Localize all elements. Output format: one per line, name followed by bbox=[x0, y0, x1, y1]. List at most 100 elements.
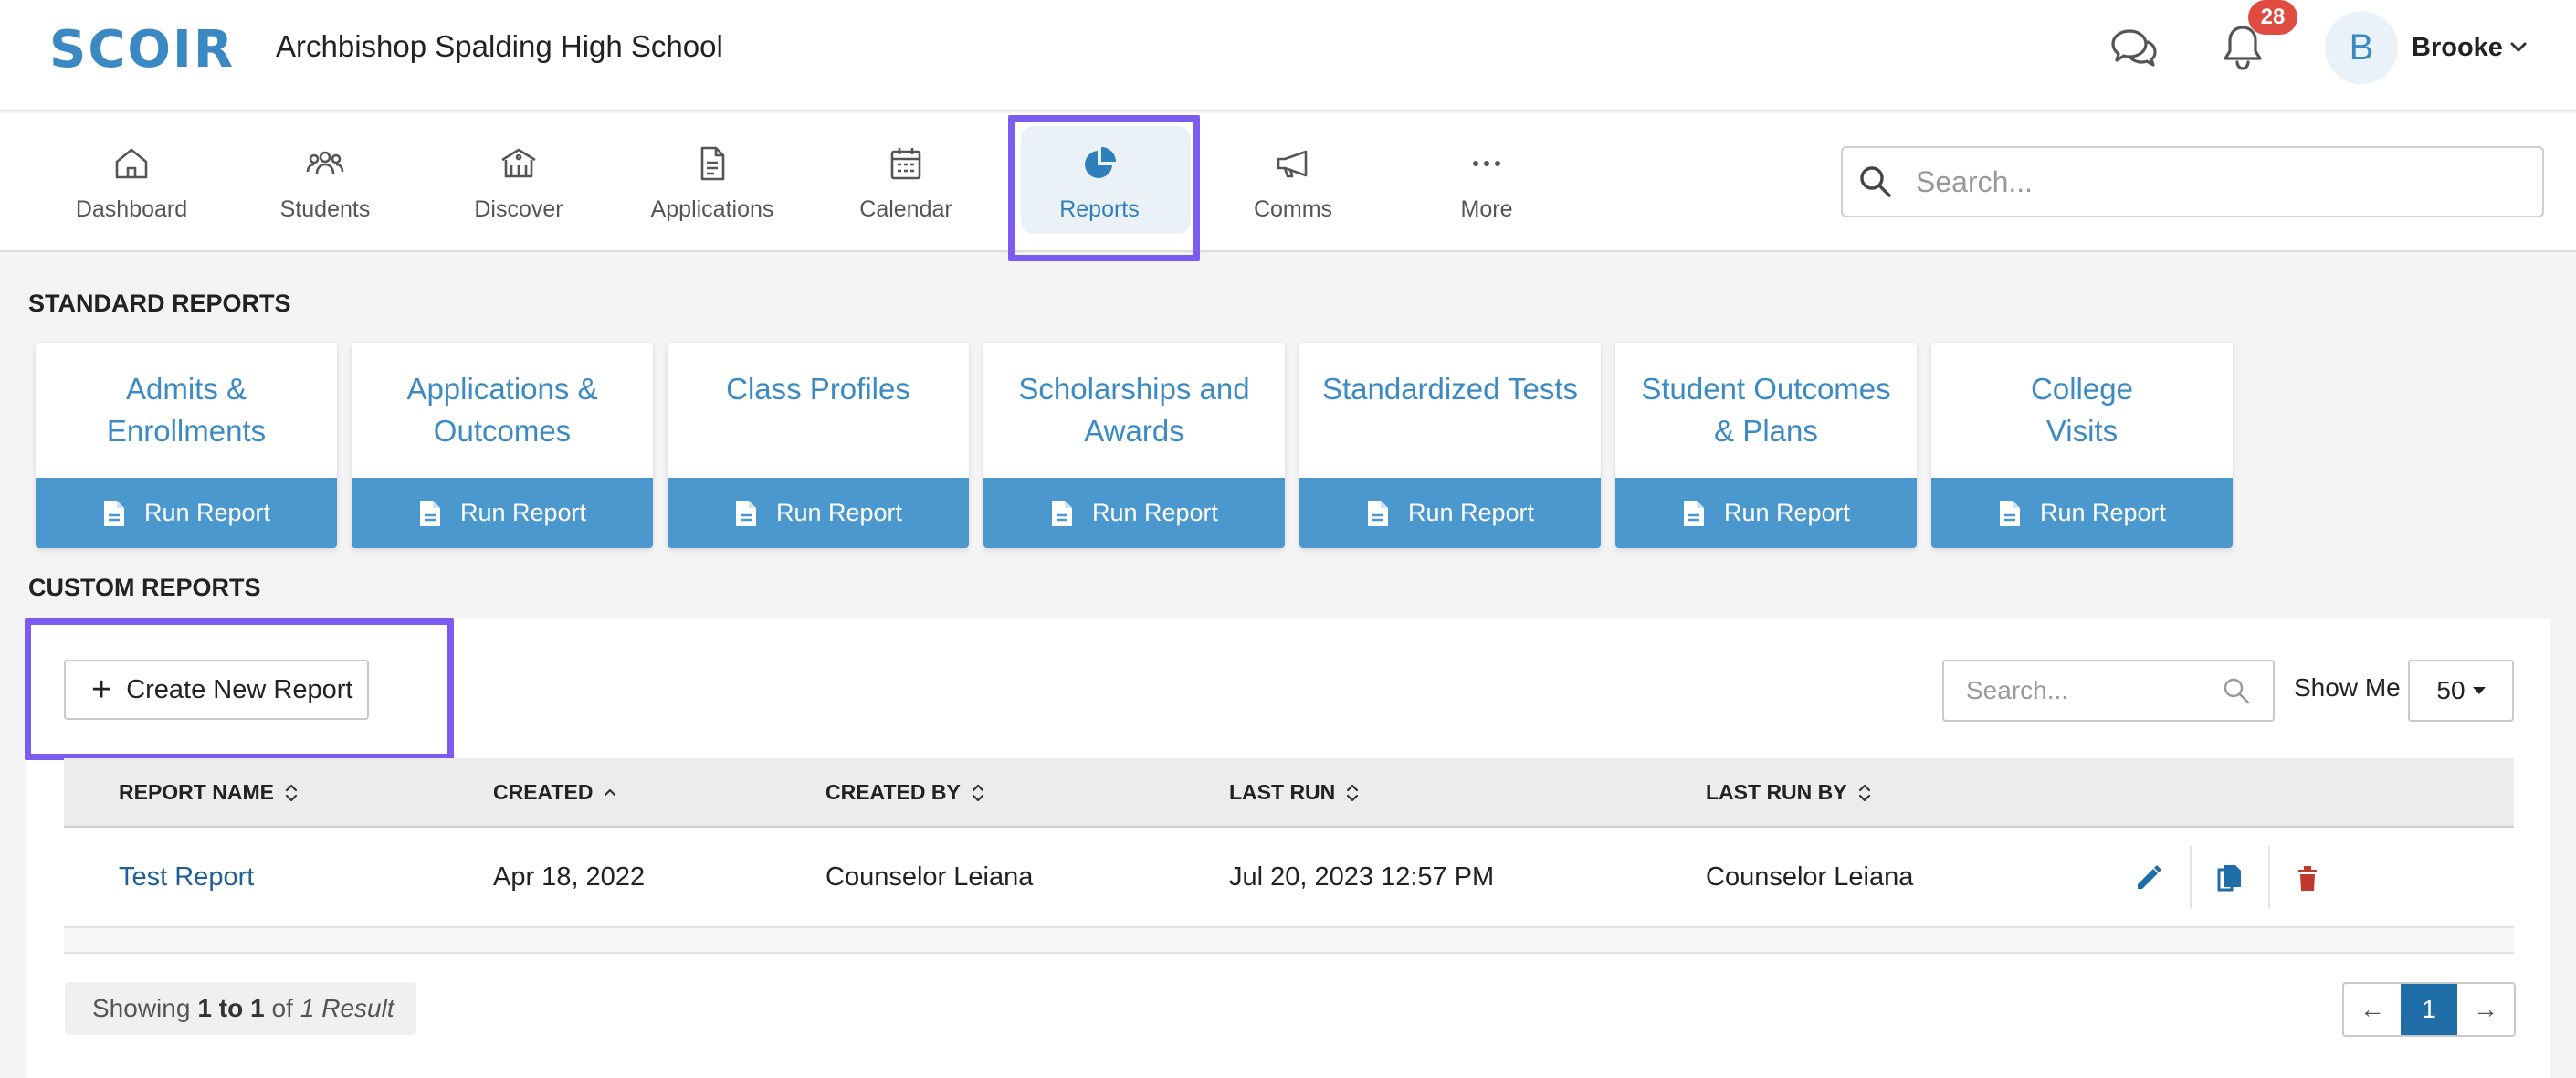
nav-label: Comms bbox=[1253, 196, 1333, 222]
nav-label: Calendar bbox=[859, 196, 952, 222]
run-report-button[interactable]: Run Report bbox=[1615, 478, 1917, 548]
file-icon bbox=[1367, 500, 1388, 526]
chat-icon[interactable] bbox=[2108, 26, 2159, 71]
pie-chart-icon bbox=[1085, 146, 1116, 178]
last-run: Jul 20, 2023 12:57 PM bbox=[1229, 862, 1495, 892]
discover-icon bbox=[501, 148, 536, 177]
run-report-button[interactable]: Run Report bbox=[36, 478, 337, 548]
pagination: ← 1 → bbox=[2342, 982, 2516, 1037]
card-title[interactable]: Student Outcomes & Plans bbox=[1615, 368, 1917, 452]
created-date: Apr 18, 2022 bbox=[493, 862, 646, 892]
search-icon bbox=[2224, 678, 2250, 704]
home-icon bbox=[115, 148, 148, 178]
caret-down-icon bbox=[2472, 687, 2486, 694]
file-icon bbox=[1999, 500, 2020, 526]
result-count: Showing 1 to 1 of 1 Result bbox=[65, 982, 416, 1035]
nav-label: Discover bbox=[474, 196, 563, 222]
card-title[interactable]: Scholarships and Awards bbox=[983, 368, 1285, 452]
page-size-select[interactable]: 50 bbox=[2408, 660, 2514, 722]
column-last-run[interactable]: LAST RUN bbox=[1229, 780, 1361, 805]
nav-reports[interactable]: Reports bbox=[1008, 113, 1191, 252]
table-footer bbox=[64, 928, 2514, 954]
megaphone-icon bbox=[1277, 150, 1308, 177]
sort-icon bbox=[1347, 784, 1359, 801]
standard-reports-title: STANDARD REPORTS bbox=[28, 290, 291, 317]
report-card-student-outcomes: Student Outcomes & Plans Run Report bbox=[1615, 343, 1917, 548]
last-run-by: Counselor Leiana bbox=[1706, 862, 1914, 892]
column-last-run-by[interactable]: LAST RUN BY bbox=[1706, 780, 1873, 805]
report-card-scholarships: Scholarships and Awards Run Report bbox=[983, 343, 1285, 548]
prev-page-button[interactable]: ← bbox=[2344, 984, 2401, 1035]
nav-label: Applications bbox=[650, 196, 774, 222]
run-report-button[interactable]: Run Report bbox=[983, 478, 1285, 548]
nav-label: More bbox=[1460, 196, 1513, 222]
calendar-icon bbox=[890, 147, 921, 179]
scoir-logo[interactable]: SCOIR bbox=[49, 20, 235, 79]
card-title[interactable]: Standardized Tests bbox=[1299, 368, 1601, 410]
action-divider bbox=[2268, 846, 2270, 908]
nav-dashboard[interactable]: Dashboard bbox=[40, 113, 223, 252]
more-icon bbox=[1473, 160, 1500, 166]
table-header: REPORT NAME CREATED CREATED BY LAST RUN … bbox=[64, 758, 2514, 828]
sort-ascending-icon bbox=[605, 788, 616, 796]
run-report-button[interactable]: Run Report bbox=[1931, 478, 2233, 548]
report-search-input[interactable] bbox=[1966, 676, 2222, 705]
report-name-link[interactable]: Test Report bbox=[119, 862, 254, 893]
edit-button[interactable] bbox=[2126, 855, 2171, 901]
school-name: Archbishop Spalding High School bbox=[276, 29, 723, 63]
card-title[interactable]: College Visits bbox=[1931, 368, 2233, 452]
page-button-current[interactable]: 1 bbox=[2401, 984, 2457, 1035]
notification-badge: 28 bbox=[2248, 0, 2297, 35]
nav-applications[interactable]: Applications bbox=[621, 113, 804, 252]
top-bar: SCOIR Archbishop Spalding High School 28… bbox=[0, 0, 2576, 111]
nav-label: Dashboard bbox=[75, 196, 188, 222]
file-icon bbox=[419, 500, 440, 526]
copy-icon bbox=[2217, 865, 2241, 892]
create-new-report-button[interactable]: + Create New Report bbox=[64, 660, 369, 720]
main-nav: Dashboard Students Discover Applications… bbox=[0, 113, 2576, 252]
action-divider bbox=[2190, 846, 2192, 908]
column-report-name[interactable]: REPORT NAME bbox=[119, 780, 300, 805]
user-name[interactable]: Brooke bbox=[2412, 33, 2503, 63]
run-report-button[interactable]: Run Report bbox=[352, 478, 653, 548]
custom-reports-title: CUSTOM REPORTS bbox=[28, 574, 261, 601]
next-page-button[interactable]: → bbox=[2457, 984, 2514, 1035]
plus-icon: + bbox=[91, 671, 112, 709]
report-card-college-visits: College Visits Run Report bbox=[1931, 343, 2233, 548]
show-me-label: Show Me bbox=[2294, 673, 2401, 702]
document-icon bbox=[700, 146, 725, 180]
delete-button[interactable] bbox=[2285, 855, 2330, 901]
run-report-button[interactable]: Run Report bbox=[1299, 478, 1601, 548]
global-search[interactable] bbox=[1841, 146, 2544, 217]
card-title[interactable]: Class Profiles bbox=[668, 368, 969, 410]
file-icon bbox=[735, 500, 756, 526]
file-icon bbox=[1683, 500, 1704, 526]
nav-comms[interactable]: Comms bbox=[1202, 113, 1384, 252]
search-icon bbox=[1860, 166, 1891, 197]
report-card-class-profiles: Class Profiles Run Report bbox=[668, 343, 969, 548]
nav-calendar[interactable]: Calendar bbox=[815, 113, 997, 252]
report-card-admits: Admits & Enrollments Run Report bbox=[36, 343, 337, 548]
sort-icon bbox=[1858, 784, 1870, 801]
nav-more[interactable]: More bbox=[1395, 113, 1578, 252]
run-report-button[interactable]: Run Report bbox=[668, 478, 969, 548]
report-card-standardized-tests: Standardized Tests Run Report bbox=[1299, 343, 1601, 548]
nav-students[interactable]: Students bbox=[234, 113, 416, 252]
copy-button[interactable] bbox=[2206, 855, 2252, 901]
nav-label: Reports bbox=[1059, 196, 1140, 222]
card-title[interactable]: Admits & Enrollments bbox=[36, 368, 337, 452]
report-search[interactable] bbox=[1942, 660, 2275, 722]
chevron-down-icon[interactable] bbox=[2508, 37, 2529, 58]
nav-discover[interactable]: Discover bbox=[427, 113, 610, 252]
file-icon bbox=[1051, 500, 1072, 526]
global-search-input[interactable] bbox=[1916, 164, 2509, 199]
trash-icon bbox=[2298, 866, 2317, 891]
column-created-by[interactable]: CREATED BY bbox=[825, 780, 986, 805]
card-title[interactable]: Applications & Outcomes bbox=[352, 368, 653, 452]
avatar[interactable]: B bbox=[2325, 11, 2398, 84]
sort-icon bbox=[972, 784, 983, 801]
file-icon bbox=[103, 500, 124, 526]
nav-label: Students bbox=[279, 196, 371, 222]
pencil-icon bbox=[2138, 865, 2161, 889]
column-created[interactable]: CREATED bbox=[493, 780, 618, 805]
